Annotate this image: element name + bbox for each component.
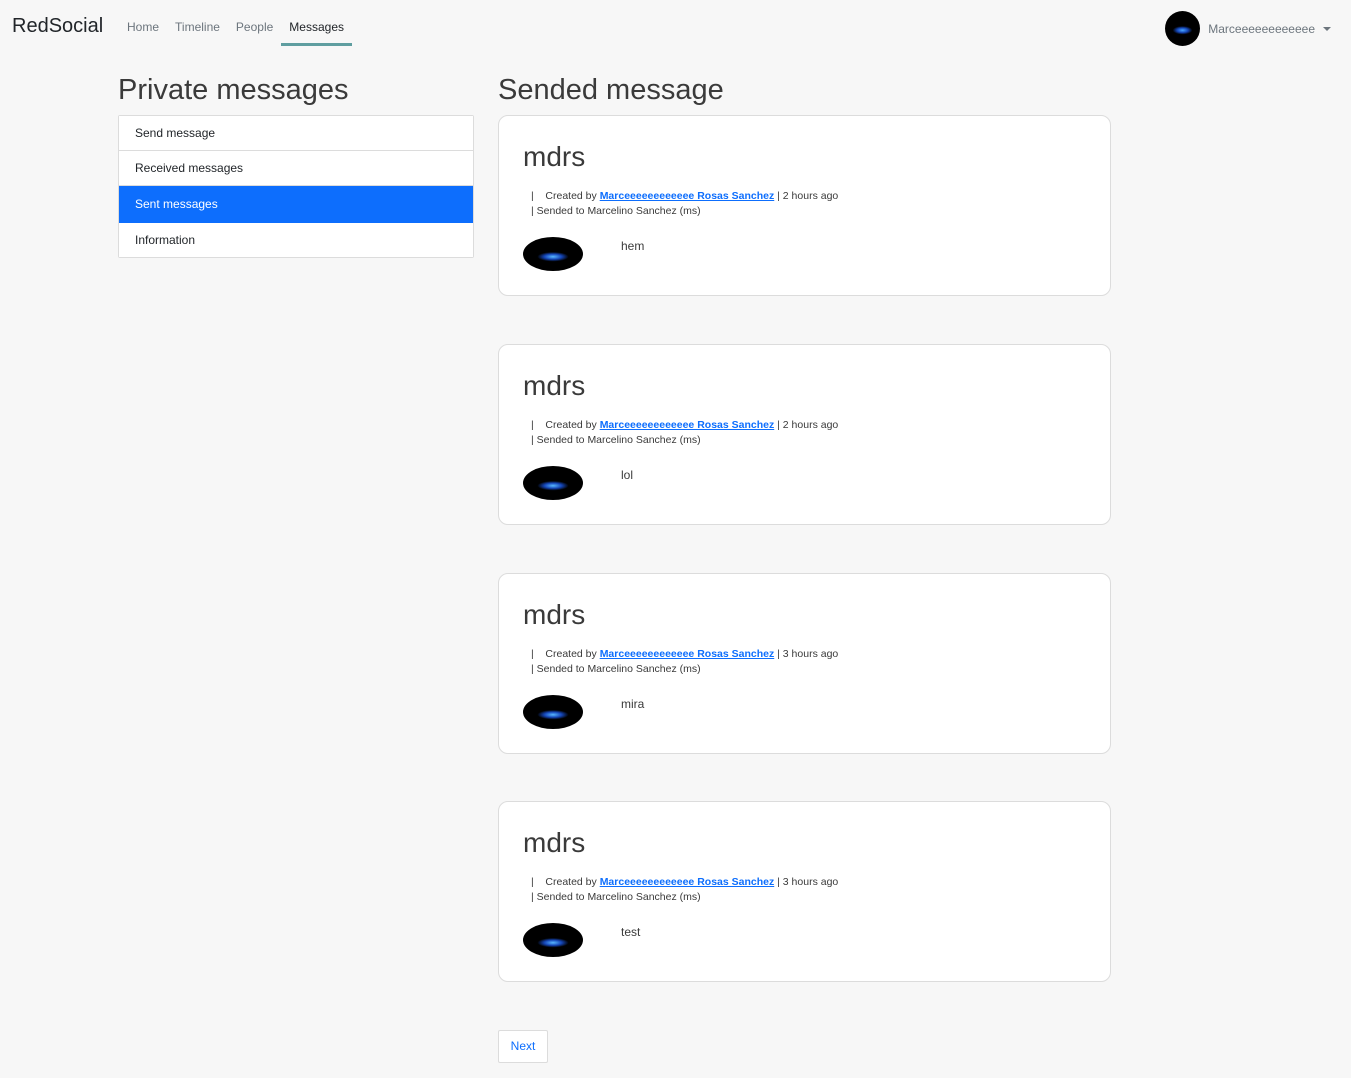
nav-link-timeline[interactable]: Timeline xyxy=(167,0,228,46)
nav-link-people[interactable]: People xyxy=(228,0,281,46)
sidebar: Private messages Send message Received m… xyxy=(118,72,474,258)
sidebar-item-information[interactable]: Information xyxy=(119,223,473,257)
author-link[interactable]: Marceeeeeeeeeeee Rosas Sanchez xyxy=(600,876,775,888)
user-name: Marceeeeeeeeeeee xyxy=(1208,21,1315,36)
author-link[interactable]: Marceeeeeeeeeeee Rosas Sanchez xyxy=(600,419,775,431)
sent-to: | Sended to Marcelino Sanchez (ms) xyxy=(531,891,701,903)
created-by-label: | Created by xyxy=(531,419,597,431)
brand-logo[interactable]: RedSocial xyxy=(12,15,103,38)
message-title: mdrs xyxy=(523,141,586,172)
message-card: mdrs | Created by Marceeeeeeeeeeee Rosas… xyxy=(498,801,1111,982)
user-menu[interactable]: Marceeeeeeeeeeee xyxy=(1165,11,1331,46)
message-body: lol xyxy=(621,468,634,482)
nav-link-home[interactable]: Home xyxy=(119,0,167,46)
created-by-label: | Created by xyxy=(531,190,597,202)
author-link[interactable]: Marceeeeeeeeeeee Rosas Sanchez xyxy=(600,190,775,202)
created-by-label: | Created by xyxy=(531,876,597,888)
message-title: mdrs xyxy=(523,370,586,401)
message-time: | 3 hours ago xyxy=(777,876,839,888)
sidebar-item-sent-messages[interactable]: Sent messages xyxy=(119,186,473,223)
message-meta: | Created by Marceeeeeeeeeeee Rosas Sanc… xyxy=(531,419,838,431)
message-body: test xyxy=(621,925,641,939)
message-meta: | Created by Marceeeeeeeeeeee Rosas Sanc… xyxy=(531,190,838,202)
message-time: | 2 hours ago xyxy=(777,190,839,202)
sidebar-title: Private messages xyxy=(118,74,349,106)
navbar: RedSocial Home Timeline People Messages … xyxy=(0,0,1351,55)
caret-down-icon xyxy=(1323,26,1331,31)
avatar xyxy=(1165,11,1201,46)
message-title: mdrs xyxy=(523,599,586,630)
sent-to: | Sended to Marcelino Sanchez (ms) xyxy=(531,434,701,446)
sidebar-menu: Send message Received messages Sent mess… xyxy=(118,115,474,258)
sidebar-item-received-messages[interactable]: Received messages xyxy=(119,151,473,186)
avatar xyxy=(523,923,583,957)
next-page-button[interactable]: Next xyxy=(498,1030,548,1063)
main-content: Sended message mdrs | Created by Marceee… xyxy=(498,72,1111,982)
message-meta: | Created by Marceeeeeeeeeeee Rosas Sanc… xyxy=(531,876,838,888)
message-title: mdrs xyxy=(523,827,586,858)
message-card: mdrs | Created by Marceeeeeeeeeeee Rosas… xyxy=(498,344,1111,525)
author-link[interactable]: Marceeeeeeeeeeee Rosas Sanchez xyxy=(600,648,775,660)
message-card: mdrs | Created by Marceeeeeeeeeeee Rosas… xyxy=(498,115,1111,296)
message-body: hem xyxy=(621,239,645,253)
avatar xyxy=(523,237,583,271)
nav-link-messages[interactable]: Messages xyxy=(281,0,352,46)
message-meta: | Created by Marceeeeeeeeeeee Rosas Sanc… xyxy=(531,648,838,660)
message-time: | 3 hours ago xyxy=(777,648,839,660)
created-by-label: | Created by xyxy=(531,648,597,660)
sent-to: | Sended to Marcelino Sanchez (ms) xyxy=(531,663,701,675)
message-card: mdrs | Created by Marceeeeeeeeeeee Rosas… xyxy=(498,573,1111,754)
message-body: mira xyxy=(621,697,645,711)
avatar xyxy=(523,695,583,729)
message-time: | 2 hours ago xyxy=(777,419,839,431)
sent-to: | Sended to Marcelino Sanchez (ms) xyxy=(531,205,701,217)
sidebar-item-send-message[interactable]: Send message xyxy=(119,116,473,151)
nav-links: Home Timeline People Messages xyxy=(119,0,352,48)
page-title: Sended message xyxy=(498,74,724,106)
avatar xyxy=(523,466,583,500)
